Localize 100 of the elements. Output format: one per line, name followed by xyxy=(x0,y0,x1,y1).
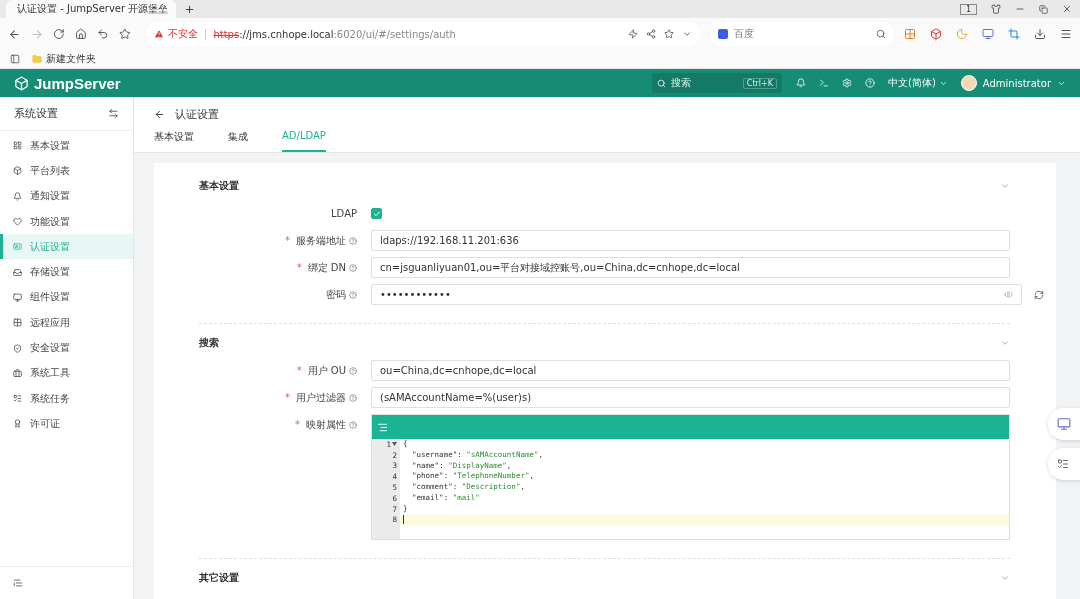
sidebar-item[interactable]: 存储设置 xyxy=(0,259,133,285)
section-title: 其它设置 xyxy=(199,571,239,586)
crop-icon[interactable] xyxy=(1008,28,1021,40)
language-menu[interactable]: 中文(简体) xyxy=(888,76,936,90)
lightning-icon[interactable] xyxy=(627,29,638,39)
sidebar-item[interactable]: 通知设置 xyxy=(0,183,133,209)
shirt-icon[interactable] xyxy=(991,4,1001,14)
required-mark: * xyxy=(296,262,302,273)
terminal-icon[interactable] xyxy=(819,78,829,88)
collapse-icon[interactable] xyxy=(13,578,23,588)
star-icon[interactable] xyxy=(663,29,674,39)
briefcase-icon xyxy=(13,368,22,378)
sidebar-item[interactable]: 组件设置 xyxy=(0,284,133,311)
award-icon xyxy=(13,419,22,429)
restore-icon[interactable] xyxy=(1039,4,1048,14)
field-label: LDAP xyxy=(331,208,357,219)
warning-icon xyxy=(154,29,165,39)
swap-icon[interactable] xyxy=(108,108,119,119)
moon-icon[interactable] xyxy=(956,28,969,40)
password-field[interactable]: •••••••••••• xyxy=(371,284,1022,305)
bell-icon[interactable] xyxy=(796,78,806,88)
reload-icon[interactable] xyxy=(53,28,66,40)
chevron-icon[interactable] xyxy=(1000,181,1010,191)
back-icon[interactable] xyxy=(154,108,165,120)
sidebar-item[interactable]: 安全设置 xyxy=(0,335,133,361)
list-icon xyxy=(13,394,22,404)
input-field[interactable]: cn=jsguanliyuan01,ou=平台对接域控账号,ou=China,dc=cnhope,dc=local xyxy=(371,257,1010,278)
sidebar-item[interactable]: 远程应用 xyxy=(0,310,133,336)
page-title: 认证设置 xyxy=(175,106,219,122)
chevron-icon[interactable] xyxy=(1000,338,1010,348)
app-logo[interactable]: JumpServer xyxy=(34,74,121,92)
sidebar-item[interactable]: 系统工具 xyxy=(0,360,133,386)
settings-icon[interactable] xyxy=(842,78,852,88)
tab-count[interactable]: 1 xyxy=(959,3,977,15)
help-icon[interactable] xyxy=(349,236,357,245)
section-title: 基本设置 xyxy=(199,179,239,193)
home-icon[interactable] xyxy=(75,28,87,40)
apps-icon[interactable] xyxy=(904,28,917,40)
field-label: 用户过滤器 xyxy=(296,390,346,405)
share-icon[interactable] xyxy=(645,29,656,39)
logo-icon xyxy=(14,75,29,91)
avatar[interactable] xyxy=(960,75,977,91)
menu-icon[interactable] xyxy=(1060,28,1073,40)
input-field[interactable]: ldaps://192.168.11.201:636 xyxy=(371,230,1010,251)
close-icon[interactable] xyxy=(1062,4,1072,14)
sidebar-item[interactable]: 基本设置 xyxy=(0,133,133,159)
sidebar-toggle-icon[interactable] xyxy=(10,54,20,64)
sidebar-item[interactable]: 功能设置 xyxy=(0,208,133,235)
undo-icon[interactable] xyxy=(96,28,109,40)
required-mark: * xyxy=(285,235,290,246)
folder-icon xyxy=(32,54,42,64)
help-icon[interactable] xyxy=(349,420,357,429)
refresh-icon[interactable] xyxy=(1034,289,1044,300)
monitor-icon xyxy=(13,292,22,302)
help-icon[interactable] xyxy=(349,290,357,299)
field-label: 绑定 DN xyxy=(307,260,346,275)
sidebar-item[interactable]: 系统任务 xyxy=(0,385,133,412)
required-mark: * xyxy=(295,419,300,430)
format-icon[interactable] xyxy=(377,421,388,433)
sidebar-item[interactable]: 平台列表 xyxy=(0,158,133,184)
help-icon[interactable] xyxy=(349,366,357,375)
fold-icon[interactable] xyxy=(392,442,397,447)
field-label: 映射属性 xyxy=(306,417,346,432)
heart-icon xyxy=(13,217,22,227)
tab[interactable]: 集成 xyxy=(228,126,248,152)
inbox-icon xyxy=(13,267,22,277)
required-mark: * xyxy=(285,392,290,403)
note-icon[interactable] xyxy=(1057,458,1069,470)
search-icon[interactable] xyxy=(876,29,887,39)
search-field[interactable]: 搜索 Ctrl+K xyxy=(652,73,782,93)
forward-icon[interactable] xyxy=(30,27,44,41)
eye-icon[interactable] xyxy=(1004,290,1013,299)
back-icon[interactable] xyxy=(8,27,21,41)
help-icon[interactable] xyxy=(349,263,357,272)
checkbox[interactable] xyxy=(371,208,382,219)
download-icon[interactable] xyxy=(1034,28,1047,40)
help-icon[interactable] xyxy=(349,393,357,402)
tab[interactable]: 基本设置 xyxy=(154,126,194,152)
user-menu[interactable]: Administrator xyxy=(982,77,1051,89)
sidebar-title: 系统设置 xyxy=(14,106,58,121)
grid-icon xyxy=(13,141,22,151)
browser-tab[interactable]: 认证设置 - JumpServer 开源堡垒 xyxy=(6,0,176,18)
chevron-icon[interactable] xyxy=(681,29,692,39)
id-card-icon xyxy=(13,242,22,252)
field-label: 服务端地址 xyxy=(296,233,346,248)
sidebar-item[interactable]: 许可证 xyxy=(0,411,133,437)
paw-icon xyxy=(717,29,728,39)
star-icon[interactable] xyxy=(118,28,131,40)
text-cursor xyxy=(403,515,404,525)
section-title: 搜索 xyxy=(199,336,219,350)
box-icon xyxy=(13,166,22,176)
address-bar[interactable]: 不安全 https://jms.cnhope.local:6020/ui/#/settings/auth xyxy=(146,22,700,46)
field-label: 密码 xyxy=(326,287,346,302)
bookmark-link[interactable]: 新建文件夹 xyxy=(46,52,96,66)
search-icon[interactable] xyxy=(657,78,666,88)
search-field[interactable]: 百度 xyxy=(709,22,895,46)
new-tab-icon[interactable] xyxy=(184,4,195,15)
bell-icon xyxy=(13,191,22,201)
input-field[interactable]: (sAMAccountName=%(user)s) xyxy=(371,387,1010,408)
input-field[interactable]: ou=China,dc=cnhope,dc=local xyxy=(371,360,1010,381)
